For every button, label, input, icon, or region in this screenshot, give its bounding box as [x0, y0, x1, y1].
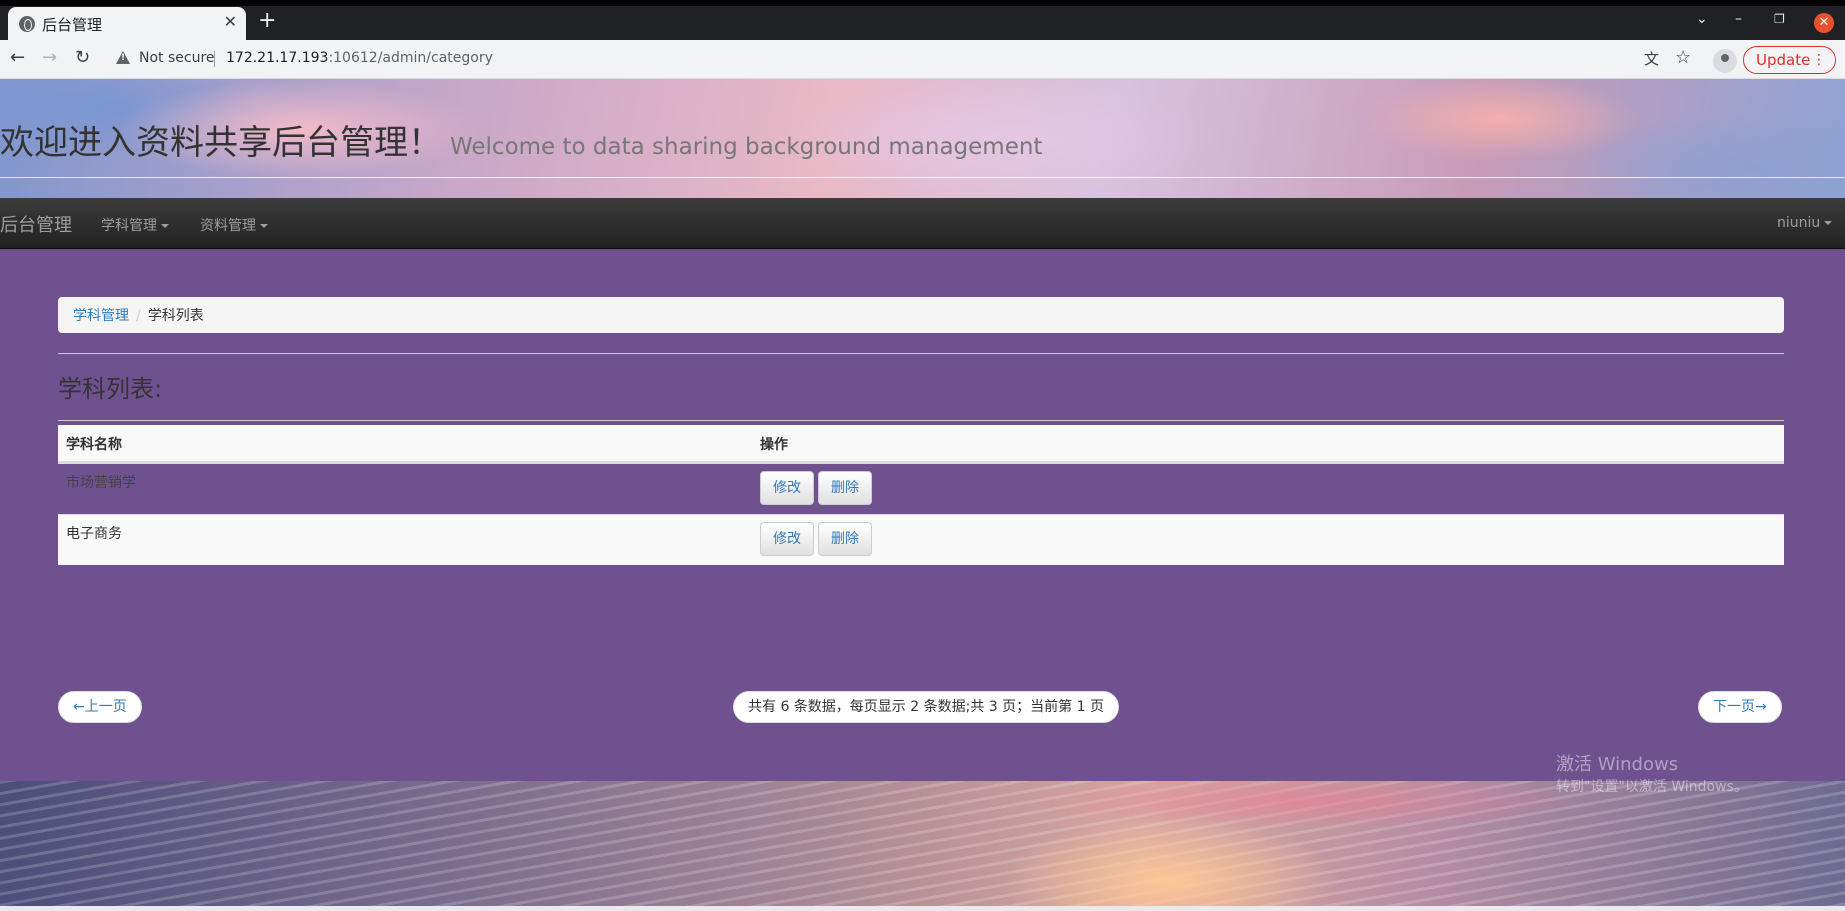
update-label: Update	[1756, 51, 1811, 69]
profile-avatar-icon[interactable]	[1713, 49, 1737, 73]
nav-dropdown-material[interactable]: 资料管理	[200, 215, 268, 235]
nav-dropdown-subject[interactable]: 学科管理	[101, 215, 169, 235]
header-banner: 欢迎进入资料共享后台管理！ Welcome to data sharing bac…	[0, 79, 1845, 199]
window-bottom-edge	[0, 906, 1845, 911]
nav-subject-label: 学科管理	[101, 218, 157, 234]
nav-material-label: 资料管理	[200, 218, 256, 234]
watermark-line-1: 激活 Windows	[1556, 754, 1679, 775]
url-path: :10612/admin/category	[328, 50, 493, 66]
more-menu-icon[interactable]: ⋮	[1812, 47, 1826, 73]
edit-button[interactable]: 修改	[760, 471, 814, 505]
not-secure-label[interactable]: Not secure	[139, 50, 215, 66]
page-title: 学科列表:	[58, 375, 163, 403]
header-actions: 操作	[760, 437, 788, 453]
subject-name-cell: 电子商务	[66, 526, 122, 542]
new-tab-icon[interactable]: +	[258, 10, 276, 32]
header-subject-name: 学科名称	[66, 437, 122, 453]
banner-divider	[0, 177, 1845, 178]
tab-search-chevron-icon[interactable]: ⌄	[1696, 11, 1708, 27]
tab-close-icon[interactable]: ✕	[224, 13, 237, 31]
nav-user-label: niuniu	[1777, 215, 1821, 231]
delete-button[interactable]: 删除	[818, 522, 872, 556]
subject-table: 学科名称 操作 市场营销学 修改 删除 电子商务 修改 删除	[58, 425, 1784, 565]
breadcrumb-current: 学科列表	[147, 308, 204, 324]
table-header-row: 学科名称 操作	[58, 425, 1784, 463]
restore-icon[interactable]: ❐	[1774, 11, 1785, 27]
caret-down-icon	[260, 224, 268, 228]
delete-button[interactable]: 删除	[818, 471, 872, 505]
browser-tab-strip: 后台管理 ✕ + ⌄ – ❐ ✕	[0, 0, 1845, 40]
breadcrumb-parent-link[interactable]: 学科管理	[73, 308, 129, 324]
forward-arrow-icon[interactable]: →	[42, 48, 57, 68]
banner-title: 欢迎进入资料共享后台管理！	[0, 123, 442, 163]
reload-icon[interactable]: ↻	[75, 48, 90, 68]
tab-title: 后台管理	[42, 16, 103, 34]
update-button[interactable]: Update ⋮	[1743, 46, 1836, 74]
minimize-icon[interactable]: –	[1735, 11, 1742, 27]
subject-name-cell: 市场营销学	[66, 475, 136, 491]
banner-heading: 欢迎进入资料共享后台管理！ Welcome to data sharing bac…	[0, 115, 1042, 164]
table-row: 电子商务 修改 删除	[58, 514, 1784, 565]
next-page-button[interactable]: 下一页→	[1698, 691, 1782, 723]
breadcrumb-separator: /	[136, 308, 141, 324]
back-arrow-icon[interactable]: ←	[10, 48, 25, 68]
nav-user-dropdown[interactable]: niuniu	[1777, 215, 1833, 231]
edit-button[interactable]: 修改	[760, 522, 814, 556]
navbar-brand[interactable]: 后台管理	[0, 211, 72, 237]
watermark-line-2: 转到"设置"以激活 Windows。	[1556, 779, 1748, 795]
address-bar[interactable]: Not secure 172.21.17.193:10612/admin/cat…	[106, 44, 1666, 74]
url-divider	[214, 51, 215, 67]
tab-strip-top-edge	[0, 0, 1845, 6]
divider-top	[58, 353, 1784, 354]
breadcrumb: 学科管理 / 学科列表	[58, 297, 1784, 333]
caret-down-icon	[161, 224, 169, 228]
browser-toolbar: ← → ↻ Not secure 172.21.17.193:10612/adm…	[0, 40, 1845, 79]
prev-page-button[interactable]: ←上一页	[58, 691, 142, 723]
footer-background-image	[0, 781, 1845, 906]
globe-icon	[19, 16, 35, 32]
bookmark-star-icon[interactable]: ☆	[1675, 48, 1691, 68]
caret-down-icon	[1824, 221, 1833, 225]
url-host: 172.21.17.193	[226, 50, 329, 66]
main-navbar: 后台管理 学科管理 资料管理 niuniu	[0, 198, 1845, 249]
banner-subtitle: Welcome to data sharing background manag…	[450, 134, 1043, 160]
table-row: 市场营销学 修改 删除	[58, 463, 1784, 514]
warning-icon	[116, 51, 130, 64]
windows-activation-watermark: 激活 Windows 转到"设置"以激活 Windows。	[1556, 754, 1748, 798]
window-close-icon[interactable]: ✕	[1814, 13, 1834, 33]
url-text[interactable]: 172.21.17.193:10612/admin/category	[226, 50, 493, 66]
browser-tab-active[interactable]: 后台管理 ✕	[8, 7, 246, 40]
pagination-info: 共有 6 条数据，每页显示 2 条数据;共 3 页；当前第 1 页	[733, 691, 1119, 723]
divider-bottom	[58, 420, 1784, 421]
translate-icon[interactable]: 文	[1644, 49, 1659, 69]
